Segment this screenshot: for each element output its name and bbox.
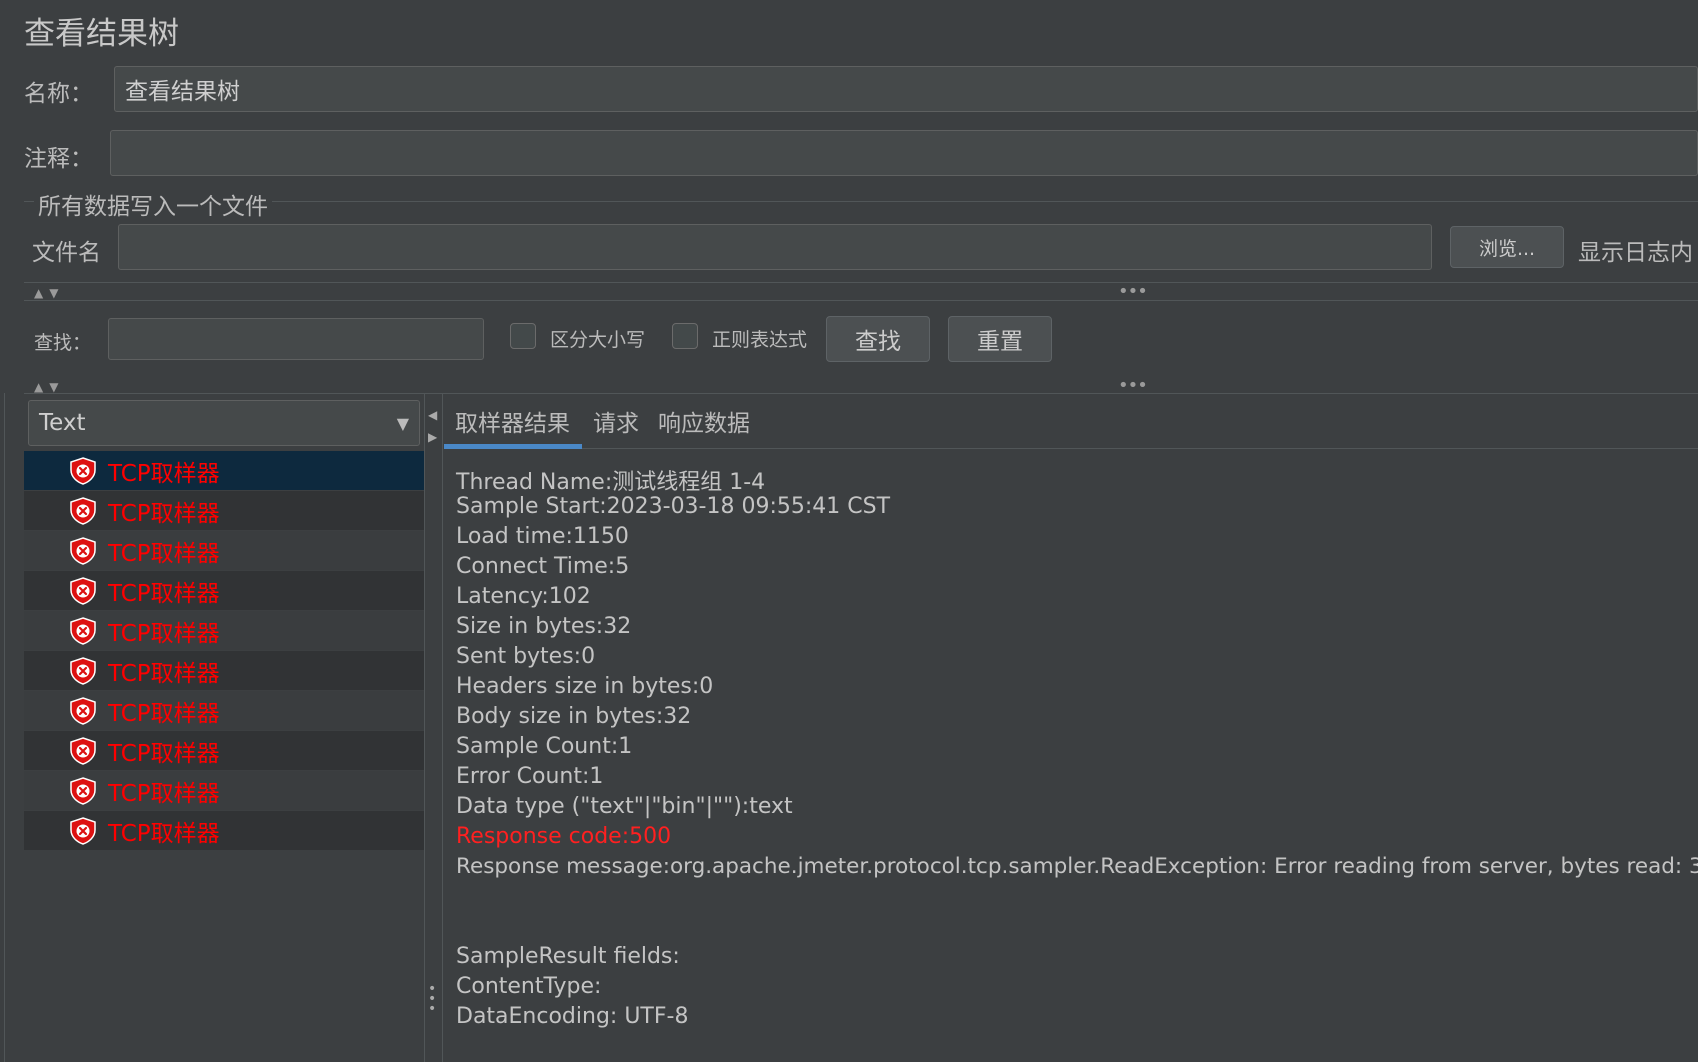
log-content-label: 显示日志内 (1578, 240, 1693, 266)
comment-label: 注释： (24, 146, 93, 172)
splitter-line-2 (24, 393, 1698, 394)
file-section-legend: 所有数据写入一个文件 (34, 187, 272, 221)
detail-line: Headers size in bytes:0 (456, 674, 714, 699)
error-shield-icon (70, 576, 96, 605)
error-shield-icon (70, 696, 96, 725)
collapse-arrows-icon-2[interactable]: ▲▼ (34, 380, 64, 394)
detail-line: Connect Time:5 (456, 554, 630, 579)
right-panel-edge (442, 393, 443, 1062)
tab-request[interactable]: 请求 (593, 404, 639, 438)
renderer-select[interactable]: Text ▼ (28, 400, 420, 446)
drag-handle-icon[interactable]: ••• (1118, 281, 1148, 302)
tree-item[interactable]: TCP取样器 (24, 611, 424, 651)
splitter-toggle-icon[interactable]: ◀ ▶ (428, 404, 437, 448)
tree-item-label: TCP取样器 (108, 700, 220, 727)
tree-item-label: TCP取样器 (108, 500, 220, 527)
tree-item-label: TCP取样器 (108, 660, 220, 687)
tree-item-label: TCP取样器 (108, 740, 220, 767)
detail-line: Latency:102 (456, 584, 591, 609)
tree-item[interactable]: TCP取样器 (24, 731, 424, 771)
error-shield-icon (70, 816, 96, 845)
detail-line: Thread Name:测试线程组 1-4 (456, 470, 766, 495)
name-label: 名称： (24, 81, 93, 107)
fields-line: SampleResult fields: (456, 944, 680, 969)
error-shield-icon (70, 776, 96, 805)
tree-item-label: TCP取样器 (108, 460, 220, 487)
tree-item[interactable]: TCP取样器 (24, 451, 424, 491)
fields-line: ContentType: (456, 974, 602, 999)
tree-item-label: TCP取样器 (108, 780, 220, 807)
error-shield-icon (70, 656, 96, 685)
tree-item[interactable]: TCP取样器 (24, 531, 424, 571)
detail-line: Body size in bytes:32 (456, 704, 692, 729)
tab-sampler-result[interactable]: 取样器结果 (455, 404, 570, 438)
splitter-bottom-line (24, 300, 1698, 301)
renderer-selected-value: Text (39, 410, 86, 436)
tree-item[interactable]: TCP取样器 (24, 571, 424, 611)
detail-line: Size in bytes:32 (456, 614, 632, 639)
error-shield-icon (70, 496, 96, 525)
tree-item-label: TCP取样器 (108, 820, 220, 847)
tree-item-label: TCP取样器 (108, 580, 220, 607)
detail-line: Data type ("text"|"bin"|""):text (456, 794, 793, 819)
splitter-drag-icon[interactable]: • • • (428, 982, 436, 1016)
active-tab-underline (444, 444, 582, 449)
detail-line: Error Count:1 (456, 764, 604, 789)
response-message-line: Response message:org.apache.jmeter.proto… (456, 854, 1698, 879)
find-button[interactable]: 查找 (826, 316, 930, 362)
error-shield-icon (70, 616, 96, 645)
regex-label: 正则表达式 (712, 329, 808, 351)
case-sensitive-label: 区分大小写 (550, 329, 646, 351)
detail-line: Load time:1150 (456, 524, 629, 549)
detail-line: Sample Start:2023-03-18 09:55:41 CST (456, 494, 891, 519)
reset-button[interactable]: 重置 (948, 316, 1052, 362)
tab-strip-border (444, 448, 1698, 449)
tree-item[interactable]: TCP取样器 (24, 491, 424, 531)
tree-item[interactable]: TCP取样器 (24, 691, 424, 731)
response-code-line: Response code:500 (456, 824, 672, 849)
page-title: 查看结果树 (24, 16, 179, 52)
file-section-border (24, 201, 1698, 202)
error-shield-icon (70, 536, 96, 565)
name-input[interactable]: 查看结果树 (114, 66, 1698, 112)
left-panel-divider (424, 393, 425, 1062)
search-label: 查找： (34, 332, 92, 354)
detail-line: Sample Count:1 (456, 734, 633, 759)
comment-input[interactable] (110, 130, 1698, 176)
tree-item[interactable]: TCP取样器 (24, 771, 424, 811)
left-panel-edge (4, 393, 5, 1062)
tree-item[interactable]: TCP取样器 (24, 811, 424, 851)
tree-item[interactable]: TCP取样器 (24, 651, 424, 691)
splitter-top-line (24, 282, 1698, 283)
tree-item-label: TCP取样器 (108, 540, 220, 567)
collapse-arrows-icon[interactable]: ▲▼ (34, 286, 64, 300)
tree-item-label: TCP取样器 (108, 620, 220, 647)
fields-line: DataEncoding: UTF-8 (456, 1004, 689, 1029)
tab-response-data[interactable]: 响应数据 (658, 404, 750, 438)
error-shield-icon (70, 456, 96, 485)
browse-button[interactable]: 浏览... (1450, 226, 1564, 268)
error-shield-icon (70, 736, 96, 765)
case-sensitive-checkbox[interactable] (510, 323, 536, 349)
search-input[interactable] (108, 318, 484, 360)
detail-line: Sent bytes:0 (456, 644, 596, 669)
regex-checkbox[interactable] (672, 323, 698, 349)
filename-label: 文件名 (32, 240, 101, 266)
filename-input[interactable] (118, 224, 1432, 270)
chevron-down-icon: ▼ (396, 413, 409, 433)
